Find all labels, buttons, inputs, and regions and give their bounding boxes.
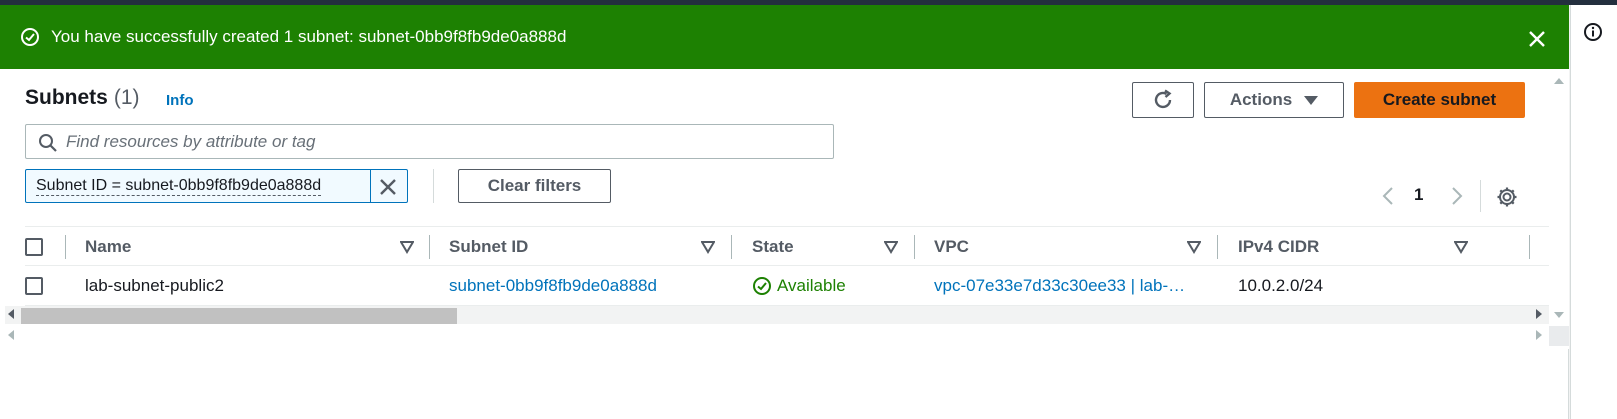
scrollbar-corner — [1549, 326, 1569, 346]
create-subnet-label: Create subnet — [1382, 90, 1497, 109]
caret-down-icon — [1304, 95, 1319, 105]
sort-icon[interactable] — [1187, 240, 1201, 254]
create-subnet-button[interactable]: Create subnet — [1354, 82, 1525, 118]
column-header-vpc[interactable]: VPC — [934, 227, 969, 267]
actions-dropdown-button[interactable]: Actions — [1204, 82, 1344, 118]
sort-icon[interactable] — [701, 240, 715, 254]
page-number[interactable]: 1 — [1414, 185, 1423, 205]
info-link[interactable]: Info — [166, 92, 194, 109]
table-row[interactable]: lab-subnet-public2 subnet-0bb9f8fb9de0a8… — [25, 266, 1549, 306]
horizontal-scrollbar-thumb[interactable] — [21, 308, 457, 324]
remove-filter-icon[interactable] — [378, 177, 398, 197]
column-separator[interactable] — [1529, 235, 1530, 259]
refresh-icon — [1154, 89, 1172, 109]
title-text: Subnets — [25, 86, 108, 109]
right-tools-rail — [1570, 5, 1617, 419]
sort-icon[interactable] — [400, 240, 414, 254]
scroll-down-arrow-icon[interactable] — [1554, 312, 1564, 318]
info-icon[interactable] — [1583, 22, 1603, 42]
state-label: Available — [777, 276, 846, 295]
scroll-right-arrow-icon[interactable] — [1536, 330, 1542, 340]
actions-label: Actions — [1229, 90, 1293, 109]
scroll-left-arrow-icon[interactable] — [8, 330, 14, 340]
cell-subnet-id-link[interactable]: subnet-0bb9f8fb9de0a888d — [449, 266, 719, 306]
title-count: (1) — [113, 86, 140, 109]
success-flash-banner: You have successfully created 1 subnet: … — [0, 5, 1569, 69]
select-all-checkbox[interactable] — [25, 238, 43, 256]
gear-icon[interactable] — [1496, 186, 1518, 208]
status-available-icon — [753, 277, 771, 295]
close-icon[interactable] — [1527, 29, 1547, 49]
column-separator[interactable] — [1217, 235, 1218, 259]
column-separator[interactable] — [731, 235, 732, 259]
sort-icon[interactable] — [884, 240, 898, 254]
column-header-name[interactable]: Name — [85, 227, 131, 267]
token-divider — [370, 170, 371, 202]
chevron-left-icon[interactable] — [1381, 186, 1395, 206]
scroll-right-arrow-icon[interactable] — [1536, 309, 1542, 319]
row-checkbox[interactable] — [25, 277, 43, 295]
column-separator — [65, 235, 66, 259]
column-header-ipv4-cidr[interactable]: IPv4 CIDR — [1238, 227, 1319, 267]
clear-filters-button[interactable]: Clear filters — [458, 169, 611, 203]
clear-filters-label: Clear filters — [487, 176, 582, 195]
column-separator[interactable] — [429, 235, 430, 259]
search-bar[interactable] — [25, 124, 834, 159]
cell-ipv4-cidr: 10.0.2.0/24 — [1238, 276, 1324, 295]
chevron-right-icon[interactable] — [1450, 186, 1464, 206]
column-separator[interactable] — [914, 235, 915, 259]
pager-separator — [1480, 180, 1481, 212]
refresh-button[interactable] — [1132, 82, 1194, 118]
column-header-subnet-id[interactable]: Subnet ID — [449, 227, 528, 267]
filter-token[interactable]: Subnet ID = subnet-0bb9f8fb9de0a888d — [25, 169, 408, 203]
vertical-scrollbar[interactable] — [1549, 69, 1569, 349]
scroll-up-arrow-icon[interactable] — [1554, 78, 1564, 84]
sort-icon[interactable] — [1454, 240, 1468, 254]
scroll-left-arrow-icon[interactable] — [8, 309, 14, 319]
filter-token-label[interactable]: Subnet ID = subnet-0bb9f8fb9de0a888d — [36, 177, 322, 196]
filter-separator — [433, 169, 434, 203]
table-header: Name Subnet ID State VPC IPv4 CIDR — [25, 226, 1549, 266]
success-check-icon — [21, 28, 39, 46]
column-header-state[interactable]: State — [752, 227, 794, 267]
search-icon — [39, 134, 57, 152]
search-input[interactable] — [66, 125, 826, 158]
cell-vpc-link[interactable]: vpc-07e33e7d33c30ee33 | lab-… — [934, 266, 1196, 306]
cell-state: Available — [752, 266, 902, 306]
cell-name: lab-subnet-public2 — [85, 276, 224, 295]
page-title: Subnets (1) — [25, 85, 140, 111]
flash-message: You have successfully created 1 subnet: … — [51, 27, 567, 46]
